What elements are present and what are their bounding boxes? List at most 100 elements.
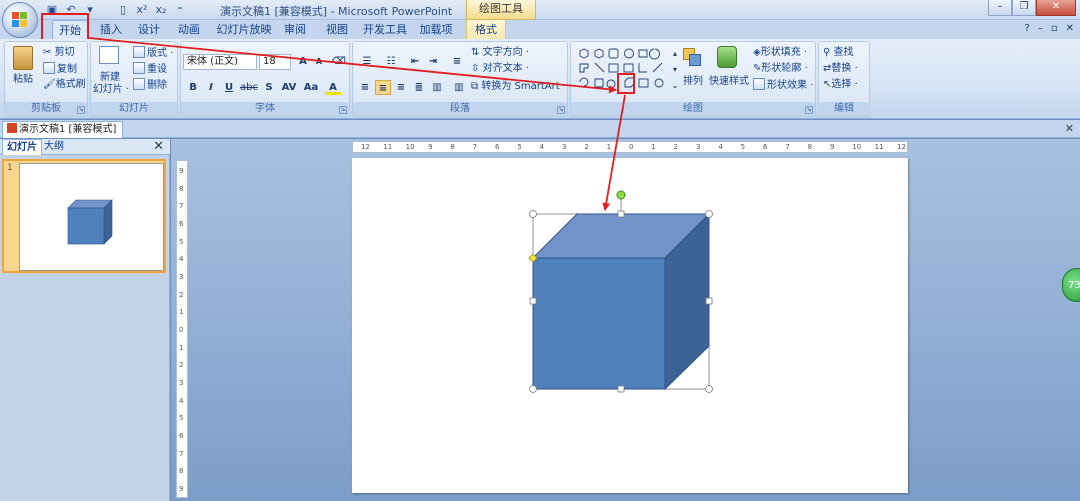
tab-addins[interactable]: 加载项 [418, 20, 454, 39]
shape-fill-button[interactable]: ◈形状填充 · [753, 46, 807, 60]
tab-view[interactable]: 视图 [322, 20, 352, 39]
delete-slide-button[interactable]: 删除 [133, 78, 167, 93]
tab-format[interactable]: 格式 [466, 20, 506, 39]
resize-handle-ne[interactable] [705, 210, 713, 218]
align-text-button[interactable]: ⇳ 对齐文本 · [471, 62, 529, 76]
replace-button[interactable]: ⇄替换 · [823, 62, 858, 76]
tab-review[interactable]: 审阅 [280, 20, 310, 39]
new-slide-icon[interactable] [99, 46, 121, 68]
slide-thumbnail-selected[interactable]: 1 [2, 159, 166, 273]
align-center-icon[interactable]: ≡ [375, 80, 391, 95]
thumbnail-cube-shape [67, 199, 113, 245]
text-direction-button[interactable]: ⇅ 文字方向 · [471, 46, 529, 60]
cut-button[interactable]: ✂ 剪切 [43, 46, 75, 60]
justify-icon[interactable]: ≣ [411, 80, 427, 95]
help-icon[interactable]: ? [1025, 23, 1030, 34]
change-case-button[interactable]: Aa [301, 80, 321, 95]
font-size-select[interactable]: 18 [259, 54, 291, 70]
tab-slideshow[interactable]: 幻灯片放映 [216, 20, 272, 39]
tab-slides-panel[interactable]: 幻灯片 [2, 139, 42, 155]
restore-button[interactable]: ❐ [1012, 0, 1036, 16]
char-spacing-button[interactable]: AV [279, 80, 299, 95]
select-button[interactable]: ↖选择 · [823, 78, 858, 92]
cut-icon: ✂ [43, 47, 52, 58]
resize-handle-w[interactable] [529, 297, 537, 305]
find-button[interactable]: ⚲ 查找 [823, 46, 854, 60]
bold-button[interactable]: B [185, 80, 201, 95]
shrink-font-button[interactable]: A [311, 54, 327, 69]
customize-qat-icon[interactable]: ⁼ [172, 2, 188, 17]
tab-animations[interactable]: 动画 [174, 20, 204, 39]
cube-front-face[interactable] [532, 257, 666, 390]
resize-handle-s[interactable] [617, 385, 625, 393]
new-slide-label-2[interactable]: 幻灯片 · [91, 84, 131, 96]
arrange-button[interactable]: 排列 [679, 76, 707, 88]
document-tab[interactable]: 演示文稿1 [兼容模式] [2, 121, 124, 138]
quick-styles-icon[interactable] [717, 46, 739, 70]
decrease-indent-icon[interactable]: ⇤ [407, 54, 423, 69]
resize-handle-nw[interactable] [529, 210, 537, 218]
numbering-icon[interactable]: ☷ [381, 54, 401, 69]
align-left-icon[interactable]: ≡ [357, 80, 373, 95]
arrange-icon[interactable] [683, 48, 703, 68]
font-launcher-icon[interactable]: ↘ [339, 106, 347, 114]
paste-icon[interactable] [9, 46, 37, 72]
office-button[interactable] [2, 2, 38, 38]
new-slide-label-1[interactable]: 新建 [91, 72, 129, 84]
subscript-icon[interactable]: x₂ [153, 2, 169, 17]
drawing-launcher-icon[interactable]: ↘ [805, 106, 813, 114]
resize-handle-sw[interactable] [529, 385, 537, 393]
panel-close-icon[interactable]: ✕ [153, 139, 164, 154]
clear-format-icon[interactable]: ⌫ [331, 54, 347, 69]
increase-indent-icon[interactable]: ⇥ [425, 54, 441, 69]
convert-smartart-button[interactable]: ⧉ 转换为 SmartArt · [471, 80, 566, 94]
tab-developer[interactable]: 开发工具 [362, 20, 408, 39]
clipboard-group: 粘贴 ✂ 剪切 复制 🖌格式刷 剪贴板 ↘ [4, 41, 88, 117]
new-doc-icon[interactable]: ▯ [115, 2, 131, 17]
smartart-label: 转换为 SmartArt · [481, 81, 566, 92]
clipboard-launcher-icon[interactable]: ↘ [77, 106, 85, 114]
underline-button[interactable]: U [221, 80, 237, 95]
line-spacing-icon[interactable]: ≡ [447, 54, 467, 69]
close-button[interactable]: ✕ [1036, 0, 1076, 16]
copy-button[interactable]: 复制 [43, 62, 77, 77]
rotation-handle[interactable] [616, 190, 626, 200]
shape-effects-button[interactable]: 形状效果 · [753, 78, 813, 93]
resize-handle-se[interactable] [705, 385, 713, 393]
shape-outline-button[interactable]: ✎形状轮廓 · [753, 62, 808, 76]
paragraph-launcher-icon[interactable]: ↘ [557, 106, 565, 114]
tab-design[interactable]: 设计 [134, 20, 164, 39]
columns-icon[interactable]: ▥ [449, 80, 469, 95]
close-document-icon[interactable]: ✕ [1065, 122, 1074, 135]
tab-outline-panel[interactable]: 大纲 [40, 139, 68, 155]
resize-handle-e[interactable] [705, 297, 713, 305]
layout-button[interactable]: 版式 · [133, 46, 173, 61]
distributed-icon[interactable]: ▥ [429, 80, 445, 95]
ribbon-minimize-icon[interactable]: – [1038, 23, 1043, 34]
paste-button[interactable]: 粘贴 [7, 74, 39, 86]
ribbon-close-icon[interactable]: ✕ [1066, 23, 1074, 34]
gallery-scroll-down-icon[interactable]: ▾ [667, 62, 683, 77]
format-painter-button[interactable]: 🖌格式刷 [43, 78, 86, 92]
reset-button[interactable]: 重设 [133, 62, 167, 77]
ruler-label: 12 [897, 143, 906, 151]
font-name-select[interactable]: 宋体 (正文) [183, 54, 257, 70]
bullets-icon[interactable]: ☰ [357, 54, 377, 69]
tab-insert[interactable]: 插入 [96, 20, 126, 39]
font-color-button[interactable]: A [325, 80, 341, 95]
grow-font-button[interactable]: A [295, 54, 311, 69]
italic-button[interactable]: I [203, 80, 219, 95]
quick-styles-button[interactable]: 快速样式 [709, 76, 749, 88]
align-right-icon[interactable]: ≡ [393, 80, 409, 95]
ruler-label: 7 [472, 143, 478, 151]
ribbon-restore-icon[interactable]: ▫ [1051, 23, 1058, 34]
slide-canvas[interactable] [352, 158, 908, 493]
editing-group-label: 编辑 [819, 102, 869, 116]
gallery-scroll-up-icon[interactable]: ▴ [667, 46, 683, 61]
shadow-button[interactable]: S [261, 80, 277, 95]
slide-thumbnail[interactable] [19, 163, 164, 271]
minimize-button[interactable]: – [988, 0, 1012, 16]
strikethrough-button[interactable]: abc [239, 80, 259, 95]
resize-handle-n[interactable] [617, 210, 625, 218]
superscript-icon[interactable]: x² [134, 2, 150, 17]
